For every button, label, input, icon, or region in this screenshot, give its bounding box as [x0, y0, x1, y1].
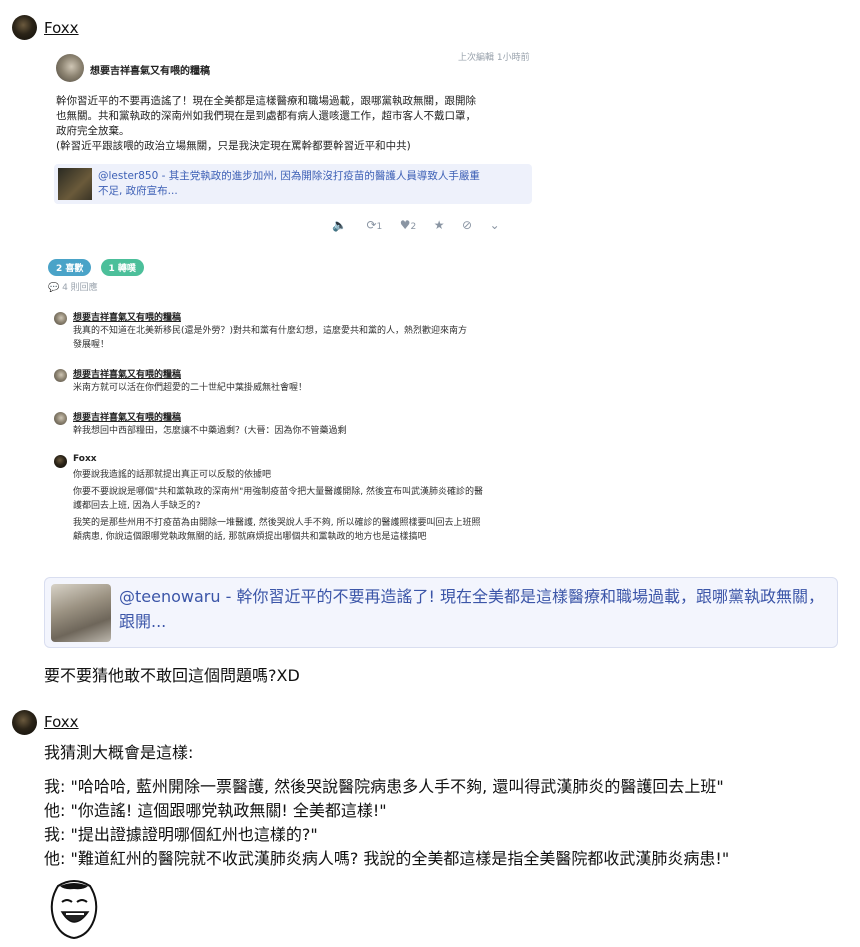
comment-line: 你要說我造謠的話那就提出真正可以反駁的依據吧 [73, 470, 272, 480]
comment-author[interactable]: 想要吉祥喜氣又有喂的糧稿 [73, 367, 181, 380]
comment-line: 你要不要說說是哪個"共和黨執政的深南州"用強制疫苗令把大量醫護開除, 然後宣布叫… [73, 487, 484, 497]
heart-icon[interactable]: ♥ [400, 218, 411, 232]
comment-line: 我笑的是那些州用不打疫苗為由開除一堆醫護, 然後哭說人手不夠, 所以確診的醫護照… [73, 518, 481, 528]
avatar [54, 455, 67, 468]
body-line: 也無關。共和黨執政的深南州如我們現在是到處都有病人還咳還工作，超市客人不戴口罩， [56, 110, 476, 122]
quote-thumbnail [51, 584, 111, 642]
avatar [54, 412, 67, 425]
quote-line: @lester850 - 其主党執政的進步加州, 因為開除沒打疫苗的醫護人員導致… [98, 170, 480, 182]
comment-line: 幹我想回中西部糧田，怎麼讓不中藥過剩？(大晉：因為你不管藥過剩 [73, 426, 347, 436]
body-line: 政府完全放棄。 [56, 125, 130, 137]
likes-pill[interactable]: 2 喜歡 [48, 259, 92, 276]
quoted-post-card[interactable]: @teenowaru - 幹你習近平的不要再造謠了! 現在全美都是這樣醫療和職場… [44, 577, 838, 648]
edited-timestamp: 上次編輯 1小時前 [458, 53, 530, 63]
comment-author[interactable]: 想要吉祥喜氣又有喂的糧稿 [73, 310, 181, 323]
comment-text: 我真的不知道在北美新移民(還是外勞？)對共和黨有什麼幻想，這麼愛共和黨的人，熱烈… [73, 324, 543, 352]
avatar[interactable] [12, 15, 37, 40]
comment-line: 顧病患, 你說這個跟哪党執政無關的話, 那就麻煩提出哪個共和黨執政的地方也是這樣… [73, 532, 427, 542]
star-icon[interactable]: ★ [434, 218, 445, 232]
quote-thumbnail [58, 168, 92, 200]
avatar [54, 312, 67, 325]
comment-line: 發展喔！ [73, 340, 110, 350]
comment-count: 💬 4 則回應 [48, 280, 98, 293]
screenshot-body: 幹你習近平的不要再造謠了！現在全美都是這樣醫療和職場過載，跟哪黨執政無關，跟開除… [56, 94, 536, 154]
quote-line: 不足, 政府宣布... [98, 185, 178, 197]
body-line: 幹你習近平的不要再造謠了！現在全美都是這樣醫療和職場過載，跟哪黨執政無關，跟開除 [56, 95, 476, 107]
comment-line: 我真的不知道在北美新移民(還是外勞？)對共和黨有什麼幻想，這麼愛共和黨的人，熱烈… [73, 326, 468, 336]
chevron-down-icon[interactable]: ⌄ [490, 218, 500, 232]
post-text-line: 他: "你造謠! 這個跟哪党執政無關! 全美都這樣!" [44, 801, 387, 820]
embedded-screenshot: 想要吉祥喜氣又有喂的糧稿 上次編輯 1小時前 幹你習近平的不要再造謠了！現在全美… [44, 40, 544, 562]
post-text-line: 他: "難道紅州的醫院就不收武漢肺炎病人嗎? 我說的全美都這樣是指全美醫院都收武… [44, 849, 730, 868]
block-icon[interactable]: ⊘ [462, 218, 472, 232]
screenshot-author: 想要吉祥喜氣又有喂的糧稿 [90, 66, 210, 77]
meme-face-image [44, 876, 104, 940]
post-text-line: 我猜測大概會是這樣: [44, 743, 194, 762]
comment-icon: 💬 [48, 283, 60, 293]
quoted-post-card[interactable]: @lester850 - 其主党執政的進步加州, 因為開除沒打疫苗的醫護人員導致… [54, 164, 532, 204]
action-bar: 🔈 ⟳1 ♥2 ★ ⊘ ⌄ [332, 218, 500, 232]
reaction-pills: 2 喜歡 1 轉噗 [48, 256, 144, 276]
shares-pill[interactable]: 1 轉噗 [100, 259, 144, 276]
comment-text: 幹我想回中西部糧田，怎麼讓不中藥過剩？(大晉：因為你不管藥過剩 [73, 424, 543, 438]
reblog-count: 1 [376, 222, 383, 232]
body-line: (幹習近平跟該喂的政治立場無關，只是我決定現在罵幹都要幹習近平和中共) [56, 140, 411, 152]
reblog-icon[interactable]: ⟳ [366, 218, 376, 232]
comment-line: 護都回去上班, 因為人手缺乏的? [73, 501, 201, 511]
comment-author[interactable]: Foxx [73, 454, 97, 464]
quote-text: @lester850 - 其主党執政的進步加州, 因為開除沒打疫苗的醫護人員導致… [98, 169, 480, 199]
avatar[interactable] [12, 710, 37, 735]
avatar [54, 369, 67, 382]
comment-text: 你要說我造謠的話那就提出真正可以反駁的依據吧 你要不要說說是哪個"共和黨執政的深… [73, 468, 543, 544]
username-link[interactable]: Foxx [44, 713, 79, 731]
post-text: 要不要猜他敢不敢回這個問題嗎?XD [44, 666, 300, 685]
avatar [56, 54, 84, 82]
like-count: 2 [410, 222, 417, 232]
post-text-line: 我: "提出證據證明哪個紅州也這樣的?" [44, 825, 318, 844]
comment-line: 米南方就可以活在你們超愛的二十世紀中葉掛威無社會喔！ [73, 383, 308, 393]
comment-count-label: 4 則回應 [62, 283, 98, 293]
comment-author[interactable]: 想要吉祥喜氣又有喂的糧稿 [73, 410, 181, 423]
quote-text: @teenowaru - 幹你習近平的不要再造謠了! 現在全美都是這樣醫療和職場… [119, 587, 824, 631]
comment-text: 米南方就可以活在你們超愛的二十世紀中葉掛威無社會喔！ [73, 381, 543, 395]
username-link[interactable]: Foxx [44, 19, 79, 37]
mute-icon[interactable]: 🔈 [332, 218, 347, 232]
post-text-line: 我: "哈哈哈, 藍州開除一票醫護, 然後哭說醫院病患多人手不夠, 還叫得武漢肺… [44, 777, 724, 796]
